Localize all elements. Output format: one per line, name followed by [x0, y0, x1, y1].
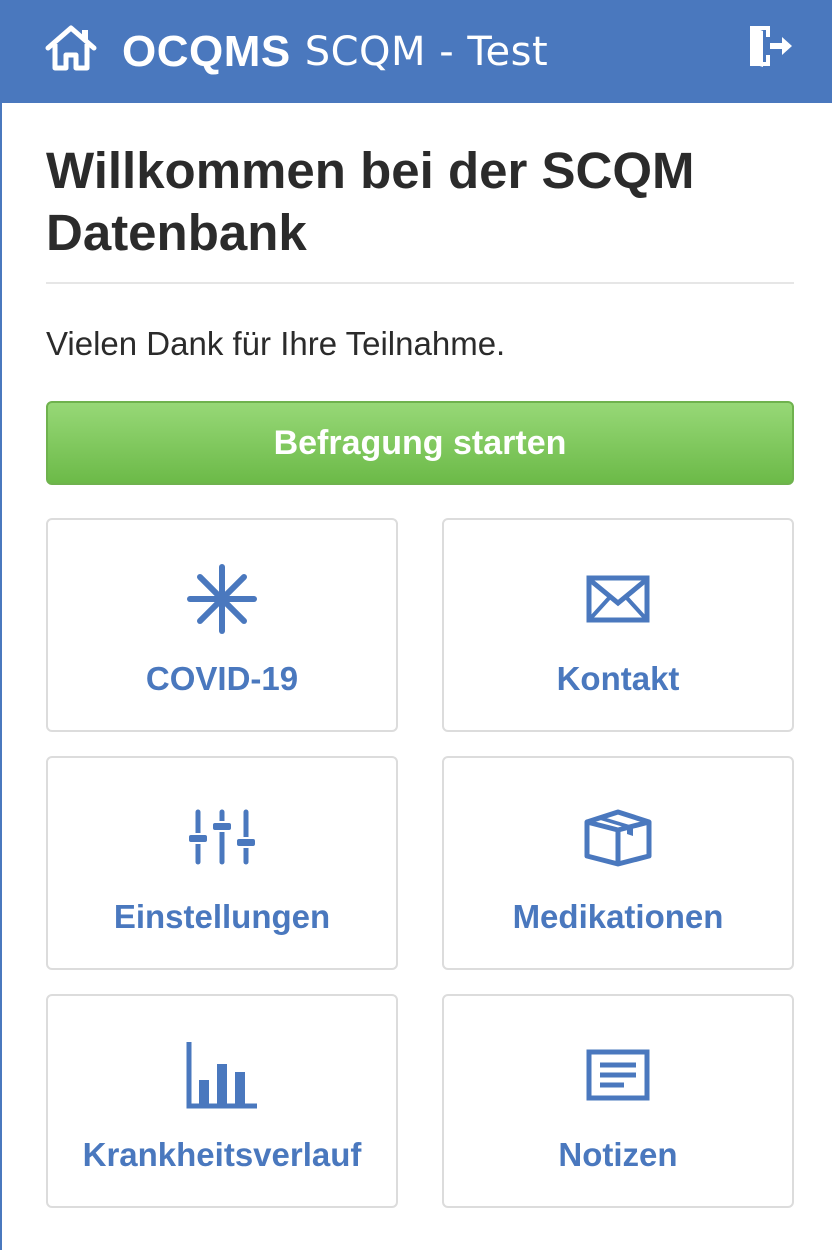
sliders-icon [188, 809, 256, 865]
start-survey-button[interactable]: Befragung starten [46, 401, 794, 485]
tile-label: COVID-19 [145, 660, 299, 697]
tile-disease-course[interactable]: Krankheitsverlauf [46, 994, 398, 1208]
brand-environment: SCQM - Test [304, 29, 549, 75]
home-icon [45, 25, 97, 71]
page-title: Willkommen bei der SCQM Datenbank [46, 142, 695, 261]
tile-label: Krankheitsverlauf [82, 1136, 362, 1173]
tile-medications[interactable]: Medikationen [442, 756, 794, 970]
home-button[interactable] [42, 22, 100, 74]
envelope-icon [586, 575, 650, 623]
brand-name: OCQMS [122, 27, 291, 76]
title-divider [46, 282, 794, 284]
tile-contact[interactable]: Kontakt [442, 518, 794, 732]
notes-icon [586, 1049, 650, 1101]
tile-settings[interactable]: Einstellungen [46, 756, 398, 970]
tile-label: Notizen [558, 1136, 678, 1173]
logout-icon [750, 26, 792, 67]
tile-covid19[interactable]: COVID-19 [46, 518, 398, 732]
tile-label: Einstellungen [113, 898, 331, 935]
bar-chart-icon [186, 1042, 257, 1109]
main-content: Willkommen bei der SCQM Datenbank Vielen… [46, 140, 794, 1208]
tile-label: Kontakt [556, 660, 680, 697]
tile-notes[interactable]: Notizen [442, 994, 794, 1208]
app-root: OCQMS SCQM - Test Willkommen bei der SCQ… [0, 0, 832, 1250]
tile-label: Medikationen [512, 898, 724, 935]
box-icon [584, 809, 652, 867]
brand-title: OCQMS SCQM - Test [122, 26, 548, 78]
virus-asterisk-icon [187, 564, 257, 634]
logout-button[interactable] [744, 20, 796, 72]
intro-text: Vielen Dank für Ihre Teilnahme. [46, 325, 506, 362]
top-navbar: OCQMS SCQM - Test [2, 0, 832, 103]
